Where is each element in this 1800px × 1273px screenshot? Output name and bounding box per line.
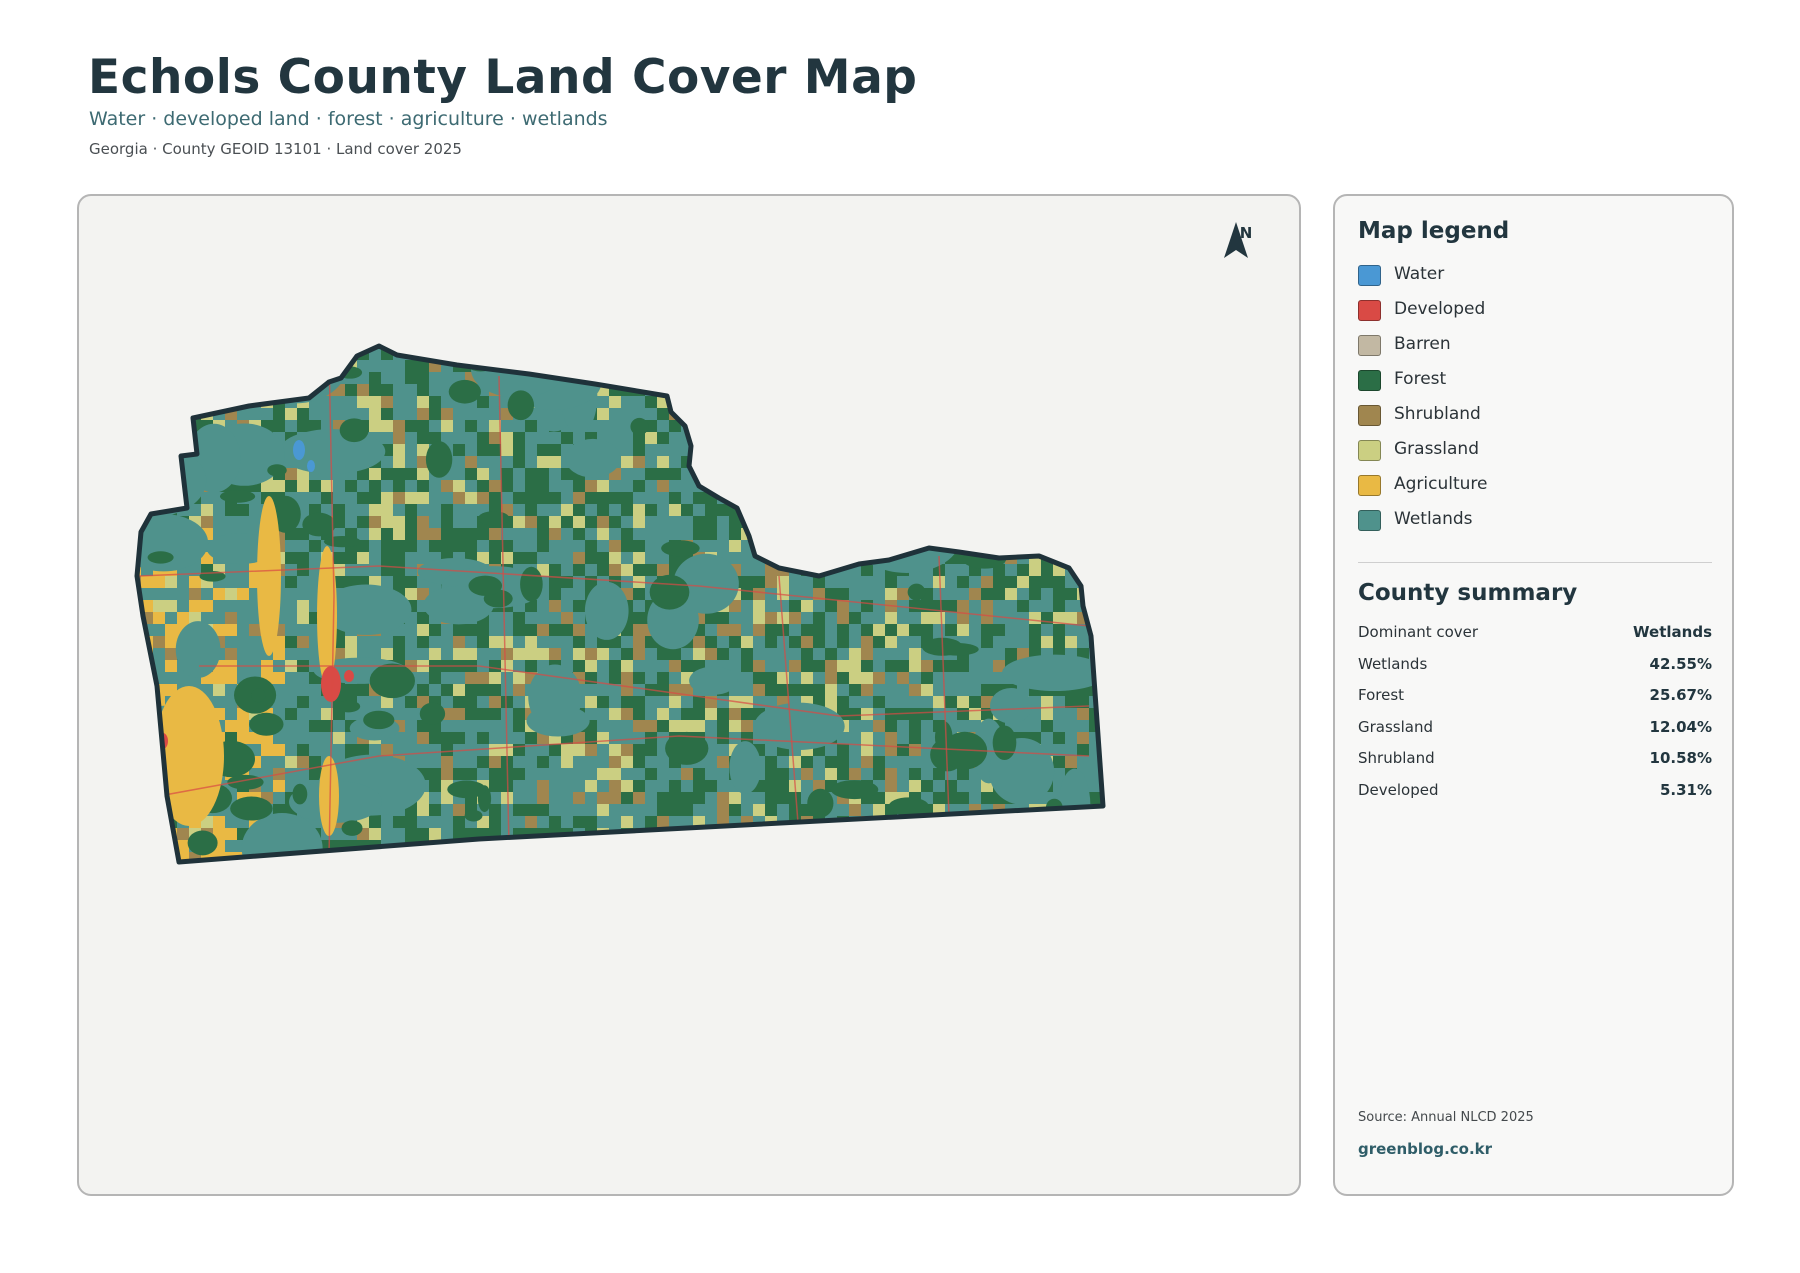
legend-label: Barren [1394, 334, 1451, 354]
legend-item-grassland: Grassland [1358, 439, 1488, 474]
map-panel[interactable]: N [77, 194, 1301, 1196]
legend-label: Developed [1394, 299, 1486, 319]
summary-row: Forest 25.67% [1358, 686, 1712, 718]
legend-item-wetlands: Wetlands [1358, 509, 1488, 544]
divider [1358, 562, 1712, 563]
legend-swatch [1358, 335, 1381, 356]
legend-item-agriculture: Agriculture [1358, 474, 1488, 509]
summary-row: Shrubland 10.58% [1358, 749, 1712, 781]
legend-label: Forest [1394, 369, 1447, 389]
legend-label: Shrubland [1394, 404, 1481, 424]
summary-row: Developed 5.31% [1358, 781, 1712, 813]
summary-label: Shrubland [1358, 749, 1435, 767]
legend-item-shrubland: Shrubland [1358, 404, 1488, 439]
legend-title: Map legend [1358, 218, 1510, 244]
legend-label: Water [1394, 264, 1445, 284]
legend-label: Wetlands [1394, 509, 1473, 529]
legend-item-water: Water [1358, 264, 1488, 299]
summary-value: 10.58% [1649, 749, 1712, 767]
page-title: Echols County Land Cover Map [88, 50, 918, 105]
summary-label: Developed [1358, 780, 1439, 799]
summary-label: Wetlands [1358, 654, 1428, 673]
legend-list: Water Developed Barren Forest Shrubland Grass… [1358, 264, 1488, 544]
page-meta: Georgia · County GEOID 13101 · Land cove… [89, 140, 462, 158]
north-arrow: N [1221, 222, 1271, 258]
legend-swatch [1358, 510, 1381, 531]
page-subtitle: Water · developed land · forest · agricu… [89, 108, 608, 130]
land-cover-map[interactable] [79, 196, 1301, 1196]
legend-swatch [1358, 300, 1381, 321]
summary-value: 5.31% [1659, 780, 1712, 799]
north-arrow-icon [1224, 222, 1248, 258]
summary-title: County summary [1358, 580, 1578, 606]
summary-label: Forest [1358, 686, 1405, 704]
legend-swatch [1358, 265, 1381, 286]
legend-item-developed: Developed [1358, 299, 1488, 334]
legend-item-barren: Barren [1358, 334, 1488, 369]
summary-value: 42.55% [1649, 654, 1712, 673]
summary-value: Wetlands [1633, 623, 1712, 641]
legend-swatch [1358, 405, 1381, 426]
brand-link[interactable]: greenblog.co.kr [1358, 1140, 1492, 1158]
side-panel: Map legend Water Developed Barren Forest Shr… [1333, 194, 1734, 1196]
source-note: Source: Annual NLCD 2025 [1358, 1110, 1534, 1125]
legend-label: Agriculture [1394, 474, 1488, 494]
summary-value: 25.67% [1649, 686, 1712, 704]
legend-item-forest: Forest [1358, 369, 1488, 404]
legend-swatch [1358, 440, 1381, 461]
legend-swatch [1358, 370, 1381, 391]
summary-row: Wetlands 42.55% [1358, 655, 1712, 687]
summary-value: 12.04% [1649, 717, 1712, 736]
summary-table: Dominant cover Wetlands Wetlands 42.55% Fore… [1358, 623, 1712, 812]
summary-label: Grassland [1358, 717, 1433, 736]
summary-row: Dominant cover Wetlands [1358, 623, 1712, 655]
summary-label: Dominant cover [1358, 623, 1479, 641]
summary-row: Grassland 12.04% [1358, 718, 1712, 750]
legend-label: Grassland [1394, 439, 1479, 459]
legend-swatch [1358, 475, 1381, 496]
